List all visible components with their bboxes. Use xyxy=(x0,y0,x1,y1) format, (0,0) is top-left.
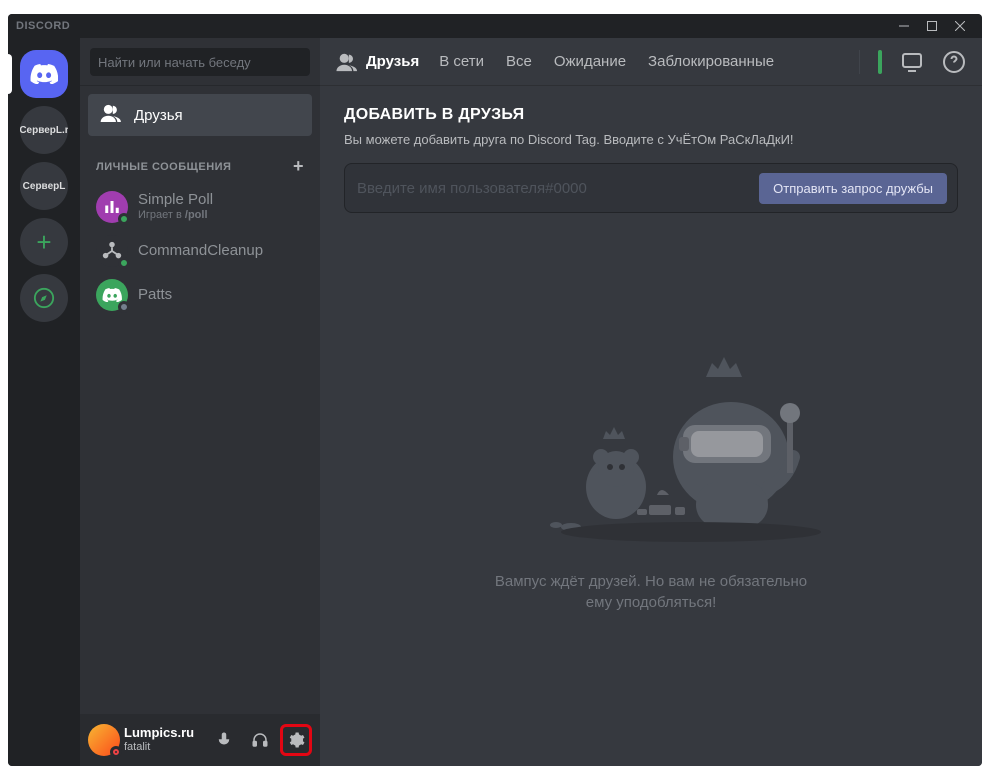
deafen-button[interactable] xyxy=(244,724,276,756)
user-name: Lumpics.ru xyxy=(124,726,204,741)
app-window: DISCORD СерверL.r СерверL + Найти или на… xyxy=(8,14,982,766)
friends-icon xyxy=(100,104,122,127)
gear-icon xyxy=(287,731,305,749)
server-item-2[interactable]: СерверL xyxy=(20,162,68,210)
channels-panel: Найти или начать беседу Друзья ЛИЧНЫЕ СО… xyxy=(80,38,320,766)
empty-state: Вампус ждёт друзей. Но вам не обязательн… xyxy=(344,213,958,746)
avatar xyxy=(96,191,128,223)
avatar xyxy=(96,235,128,267)
dm-item[interactable]: CommandCleanup xyxy=(88,229,312,273)
settings-button[interactable] xyxy=(280,724,312,756)
dm-section-header: ЛИЧНЫЕ СООБЩЕНИЯ + xyxy=(88,150,312,185)
user-status: fatalit xyxy=(124,741,204,754)
tab-blocked[interactable]: Заблокированные xyxy=(646,51,776,72)
empty-state-text: Вампус ждёт друзей. Но вам не обязательн… xyxy=(481,571,821,613)
tab-all[interactable]: Все xyxy=(504,51,534,72)
user-panel: Lumpics.ru fatalit xyxy=(80,714,320,766)
help-button[interactable] xyxy=(942,50,966,74)
guilds-bar: СерверL.r СерверL + xyxy=(8,38,80,766)
dm-item[interactable]: Simple Poll Играет в /poll xyxy=(88,185,312,229)
send-friend-request-button[interactable]: Отправить запрос дружбы xyxy=(759,173,947,204)
tab-online[interactable]: В сети xyxy=(437,51,486,72)
create-dm-button[interactable]: + xyxy=(293,156,304,177)
brand-label: DISCORD xyxy=(16,20,70,32)
friends-icon xyxy=(336,51,358,73)
quick-switcher[interactable]: Найти или начать беседу xyxy=(90,48,310,76)
home-button[interactable] xyxy=(20,50,68,98)
tab-pending[interactable]: Ожидание xyxy=(552,51,628,72)
discord-logo-icon xyxy=(102,288,122,302)
new-group-dm-button[interactable] xyxy=(900,50,924,74)
monitor-icon xyxy=(900,50,924,74)
main-header: Друзья В сети Все Ожидание Заблокированн… xyxy=(320,38,982,86)
user-avatar[interactable] xyxy=(88,724,120,756)
wumpus-illustration xyxy=(461,347,841,547)
maximize-button[interactable] xyxy=(918,15,946,37)
avatar xyxy=(96,279,128,311)
status-dnd-icon xyxy=(110,746,122,758)
mute-mic-button[interactable] xyxy=(208,724,240,756)
add-server-button[interactable]: + xyxy=(20,218,68,266)
add-friend-subtitle: Вы можете добавить друга по Discord Tag.… xyxy=(344,132,958,147)
close-button[interactable] xyxy=(946,15,974,37)
mic-icon xyxy=(215,731,233,749)
header-title: Друзья xyxy=(336,51,419,73)
discord-logo-icon xyxy=(30,64,58,84)
add-friend-input-row: Отправить запрос дружбы xyxy=(344,163,958,213)
minimize-button[interactable] xyxy=(890,15,918,37)
headphones-icon xyxy=(251,731,269,749)
discover-button[interactable] xyxy=(20,274,68,322)
add-friend-input[interactable] xyxy=(357,180,759,197)
server-item-1[interactable]: СерверL.r xyxy=(20,106,68,154)
poll-icon xyxy=(103,198,121,216)
titlebar: DISCORD xyxy=(8,14,982,38)
main-area: Друзья В сети Все Ожидание Заблокированн… xyxy=(320,38,982,766)
green-indicator xyxy=(878,50,882,74)
friends-nav-item[interactable]: Друзья xyxy=(88,94,312,136)
help-icon xyxy=(942,50,966,74)
compass-icon xyxy=(33,287,55,309)
dm-item[interactable]: Patts xyxy=(88,273,312,317)
add-friend-title: ДОБАВИТЬ В ДРУЗЬЯ xyxy=(344,106,958,124)
